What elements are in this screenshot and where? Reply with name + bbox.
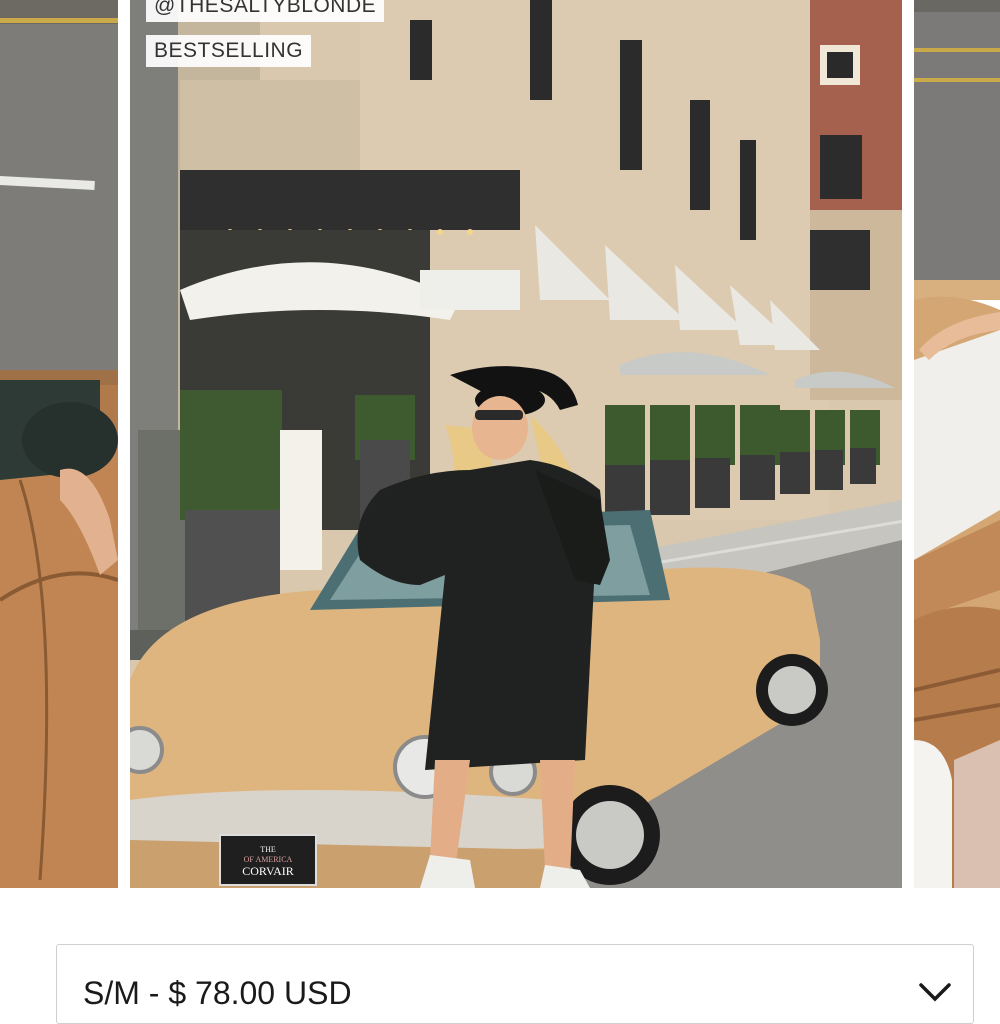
chevron-down-icon[interactable] <box>917 981 953 1005</box>
influencer-handle-tag[interactable]: @THESALTYBLONDE <box>146 0 385 22</box>
product-image-carousel[interactable]: THE OF AMERICA CORVAIR @THESALTYBLONDE B… <box>0 0 1000 888</box>
plate-heading: THE <box>260 845 276 854</box>
selected-variant-label: S/M - $ 78.00 USD <box>83 975 352 1011</box>
next-slide-image <box>914 0 1000 888</box>
carousel-slide-current[interactable]: THE OF AMERICA CORVAIR @THESALTYBLONDE B… <box>130 0 902 888</box>
bestselling-badge: BESTSELLING <box>146 35 312 67</box>
product-lifestyle-image: THE OF AMERICA CORVAIR <box>130 0 902 888</box>
previous-slide-image <box>0 0 118 888</box>
carousel-slide-previous[interactable] <box>0 0 118 888</box>
variant-size-select[interactable]: S/M - $ 78.00 USD <box>56 944 974 1024</box>
plate-subtext: OF AMERICA <box>244 855 293 864</box>
plate-text: CORVAIR <box>242 864 294 878</box>
carousel-slide-next[interactable] <box>914 0 1000 888</box>
